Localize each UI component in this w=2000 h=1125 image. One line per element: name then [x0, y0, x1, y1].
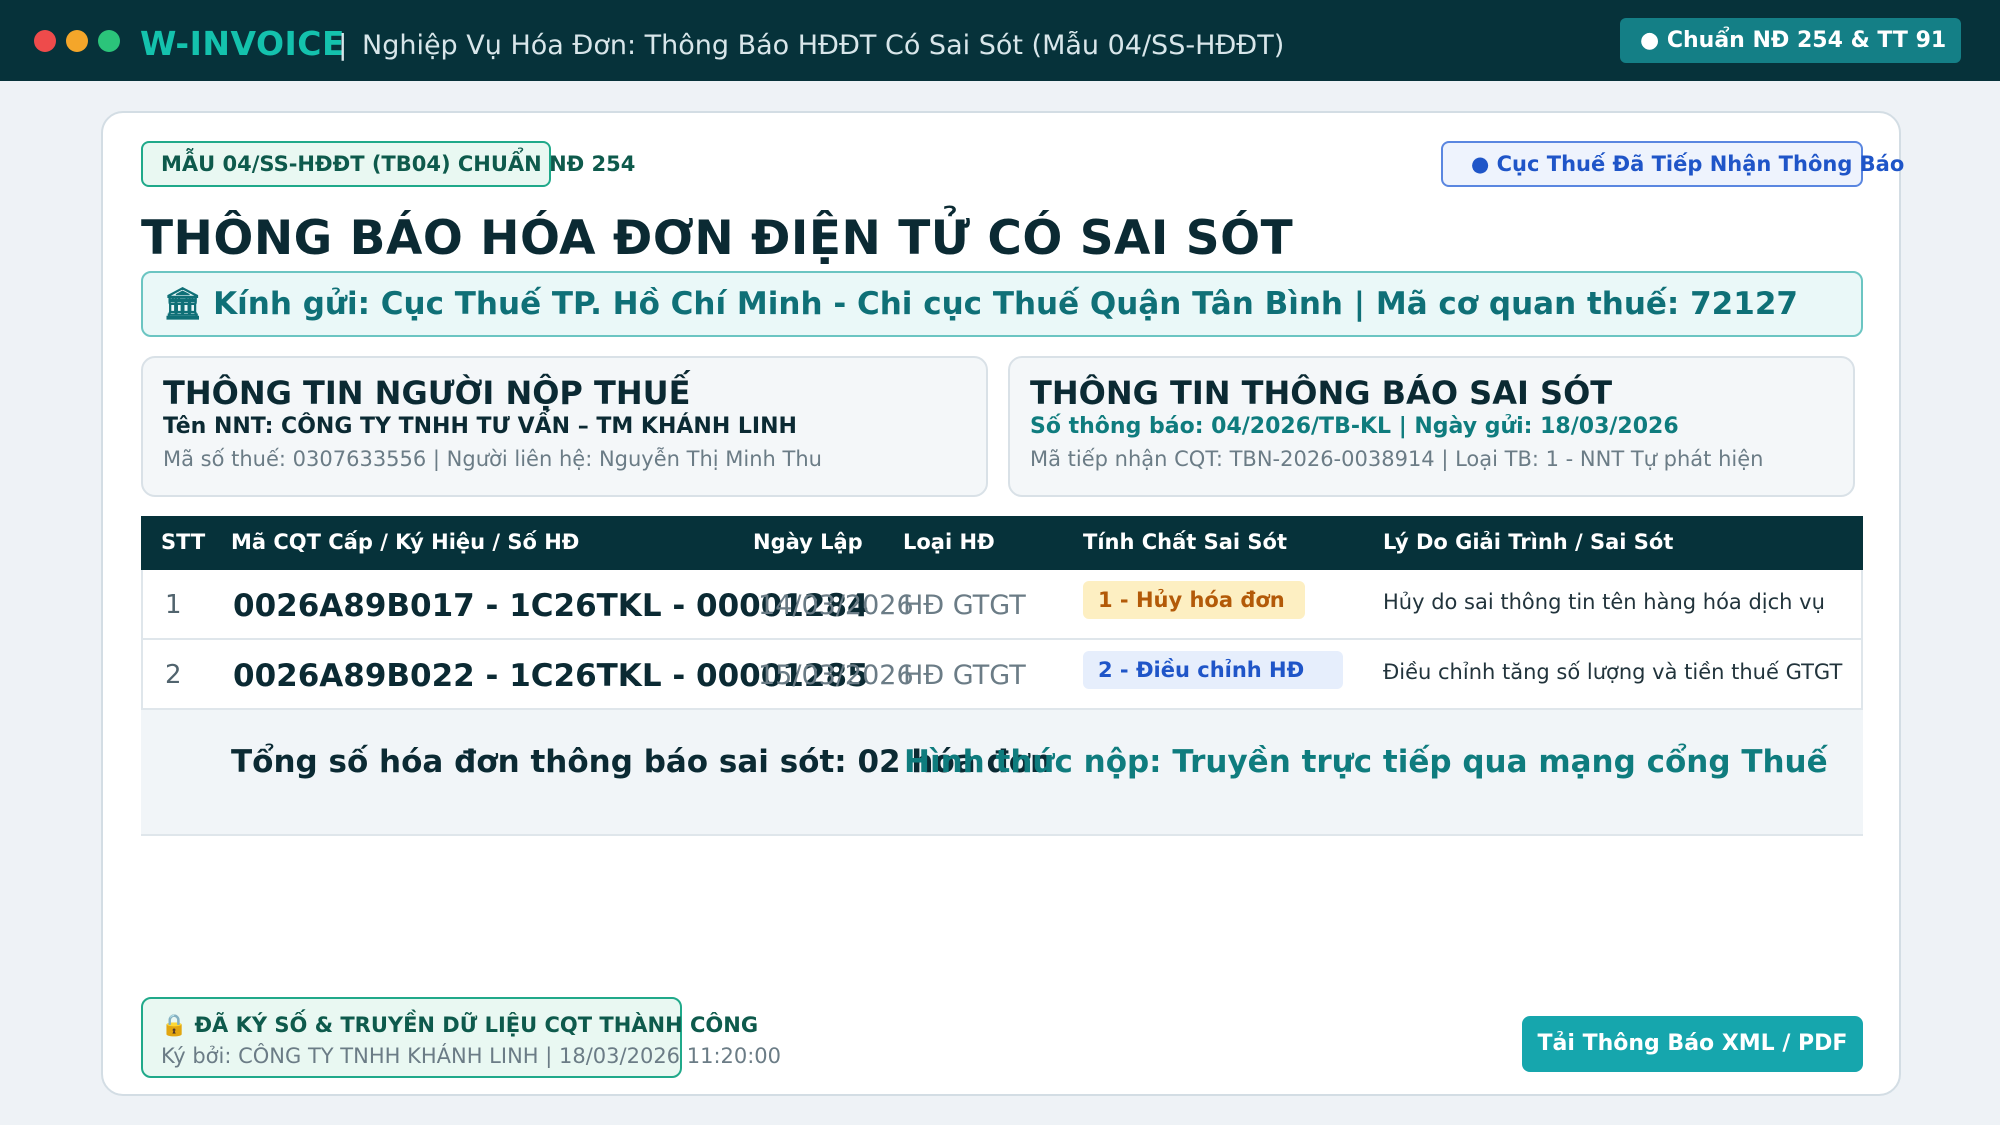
window-controls — [34, 30, 120, 52]
brand-logo: W-INVOICE — [140, 24, 346, 63]
col-header-code: Mã CQT Cấp / Ký Hiệu / Số HĐ — [231, 530, 580, 554]
notice-card: MẪU 04/SS-HĐĐT (TB04) CHUẨN NĐ 254 ● Cục… — [101, 111, 1904, 1096]
signature-status-box: 🔒 ĐÃ KÝ SỐ & TRUYỀN DỮ LIỆU CQT THÀNH CÔ… — [141, 997, 782, 1078]
taxpayer-heading: THÔNG TIN NGƯỜI NỘP THUẾ — [163, 374, 691, 412]
taxpayer-details: Mã số thuế: 0307633556 | Người liên hệ: … — [163, 447, 822, 471]
top-bar: W-INVOICE | Nghiệp Vụ Hóa Đơn: Thông Báo… — [0, 0, 2000, 81]
notice-info-box: THÔNG TIN THÔNG BÁO SAI SÓT Số thông báo… — [1008, 356, 1855, 497]
download-button[interactable]: Tải Thông Báo XML / PDF — [1522, 1016, 1863, 1072]
taxpayer-info-box: THÔNG TIN NGƯỜI NỘP THUẾ Tên NNT: CÔNG T… — [141, 356, 988, 497]
signature-details: Ký bởi: CÔNG TY TNHH KHÁNH LINH | 18/03/… — [161, 1044, 782, 1068]
row-type: HĐ GTGT — [903, 660, 1026, 691]
signature-title: 🔒 ĐÃ KÝ SỐ & TRUYỀN DỮ LIỆU CQT THÀNH CÔ… — [161, 1013, 759, 1037]
main-heading: THÔNG BÁO HÓA ĐƠN ĐIỆN TỬ CÓ SAI SÓT — [141, 211, 1294, 266]
taxpayer-name: Tên NNT: CÔNG TY TNHH TƯ VẤN – TM KHÁNH … — [163, 414, 797, 439]
col-header-nature: Tính Chất Sai Sót — [1083, 530, 1288, 554]
row-stt: 2 — [165, 660, 182, 690]
row-type: HĐ GTGT — [903, 590, 1026, 621]
row-reason: Hủy do sai thông tin tên hàng hóa dịch v… — [1383, 590, 1825, 614]
table-summary: Tổng số hóa đơn thông báo sai sót: 02 hó… — [141, 710, 1863, 836]
page-title: Nghiệp Vụ Hóa Đơn: Thông Báo HĐĐT Có Sai… — [362, 30, 1285, 61]
row-date: 15/03/2026 — [758, 660, 914, 691]
col-header-reason: Lý Do Giải Trình / Sai Sót — [1383, 530, 1674, 554]
col-header-date: Ngày Lập — [753, 530, 863, 554]
minimize-window-button[interactable] — [66, 30, 88, 52]
table-row[interactable]: 2 0026A89B022 - 1C26TKL - 00001285 15/03… — [141, 640, 1863, 710]
status-badge: ● Cục Thuế Đã Tiếp Nhận Thông Báo — [1441, 141, 1904, 187]
recipient-banner: 🏛 Kính gửi: Cục Thuế TP. Hồ Chí Minh - C… — [141, 271, 1863, 337]
invoice-table: STT Mã CQT Cấp / Ký Hiệu / Số HĐ Ngày Lậ… — [141, 516, 1863, 836]
notice-details: Mã tiếp nhận CQT: TBN-2026-0038914 | Loạ… — [1030, 447, 1764, 471]
col-header-type: Loại HĐ — [903, 530, 995, 554]
col-header-stt: STT — [161, 530, 206, 554]
title-separator: | — [338, 28, 348, 61]
row-stt: 1 — [165, 590, 182, 620]
row-reason: Điều chỉnh tăng số lượng và tiền thuế GT… — [1383, 660, 1843, 684]
standard-badge: ● Chuẩn NĐ 254 & TT 91 — [1620, 18, 1961, 63]
nature-badge-cancel: 1 - Hủy hóa đơn — [1083, 581, 1305, 619]
table-header: STT Mã CQT Cấp / Ký Hiệu / Số HĐ Ngày Lậ… — [141, 516, 1863, 570]
form-type-tag: MẪU 04/SS-HĐĐT (TB04) CHUẨN NĐ 254 — [141, 141, 635, 187]
close-window-button[interactable] — [34, 30, 56, 52]
table-row[interactable]: 1 0026A89B017 - 1C26TKL - 00001284 14/03… — [141, 570, 1863, 640]
nature-badge-adjust: 2 - Điều chỉnh HĐ — [1083, 651, 1343, 689]
notice-number: Số thông báo: 04/2026/TB-KL | Ngày gửi: … — [1030, 414, 1679, 439]
submission-method: Hình thức nộp: Truyền trực tiếp qua mạng… — [904, 744, 1828, 780]
notice-heading: THÔNG TIN THÔNG BÁO SAI SÓT — [1030, 374, 1613, 412]
row-date: 14/03/2026 — [758, 590, 914, 621]
maximize-window-button[interactable] — [98, 30, 120, 52]
